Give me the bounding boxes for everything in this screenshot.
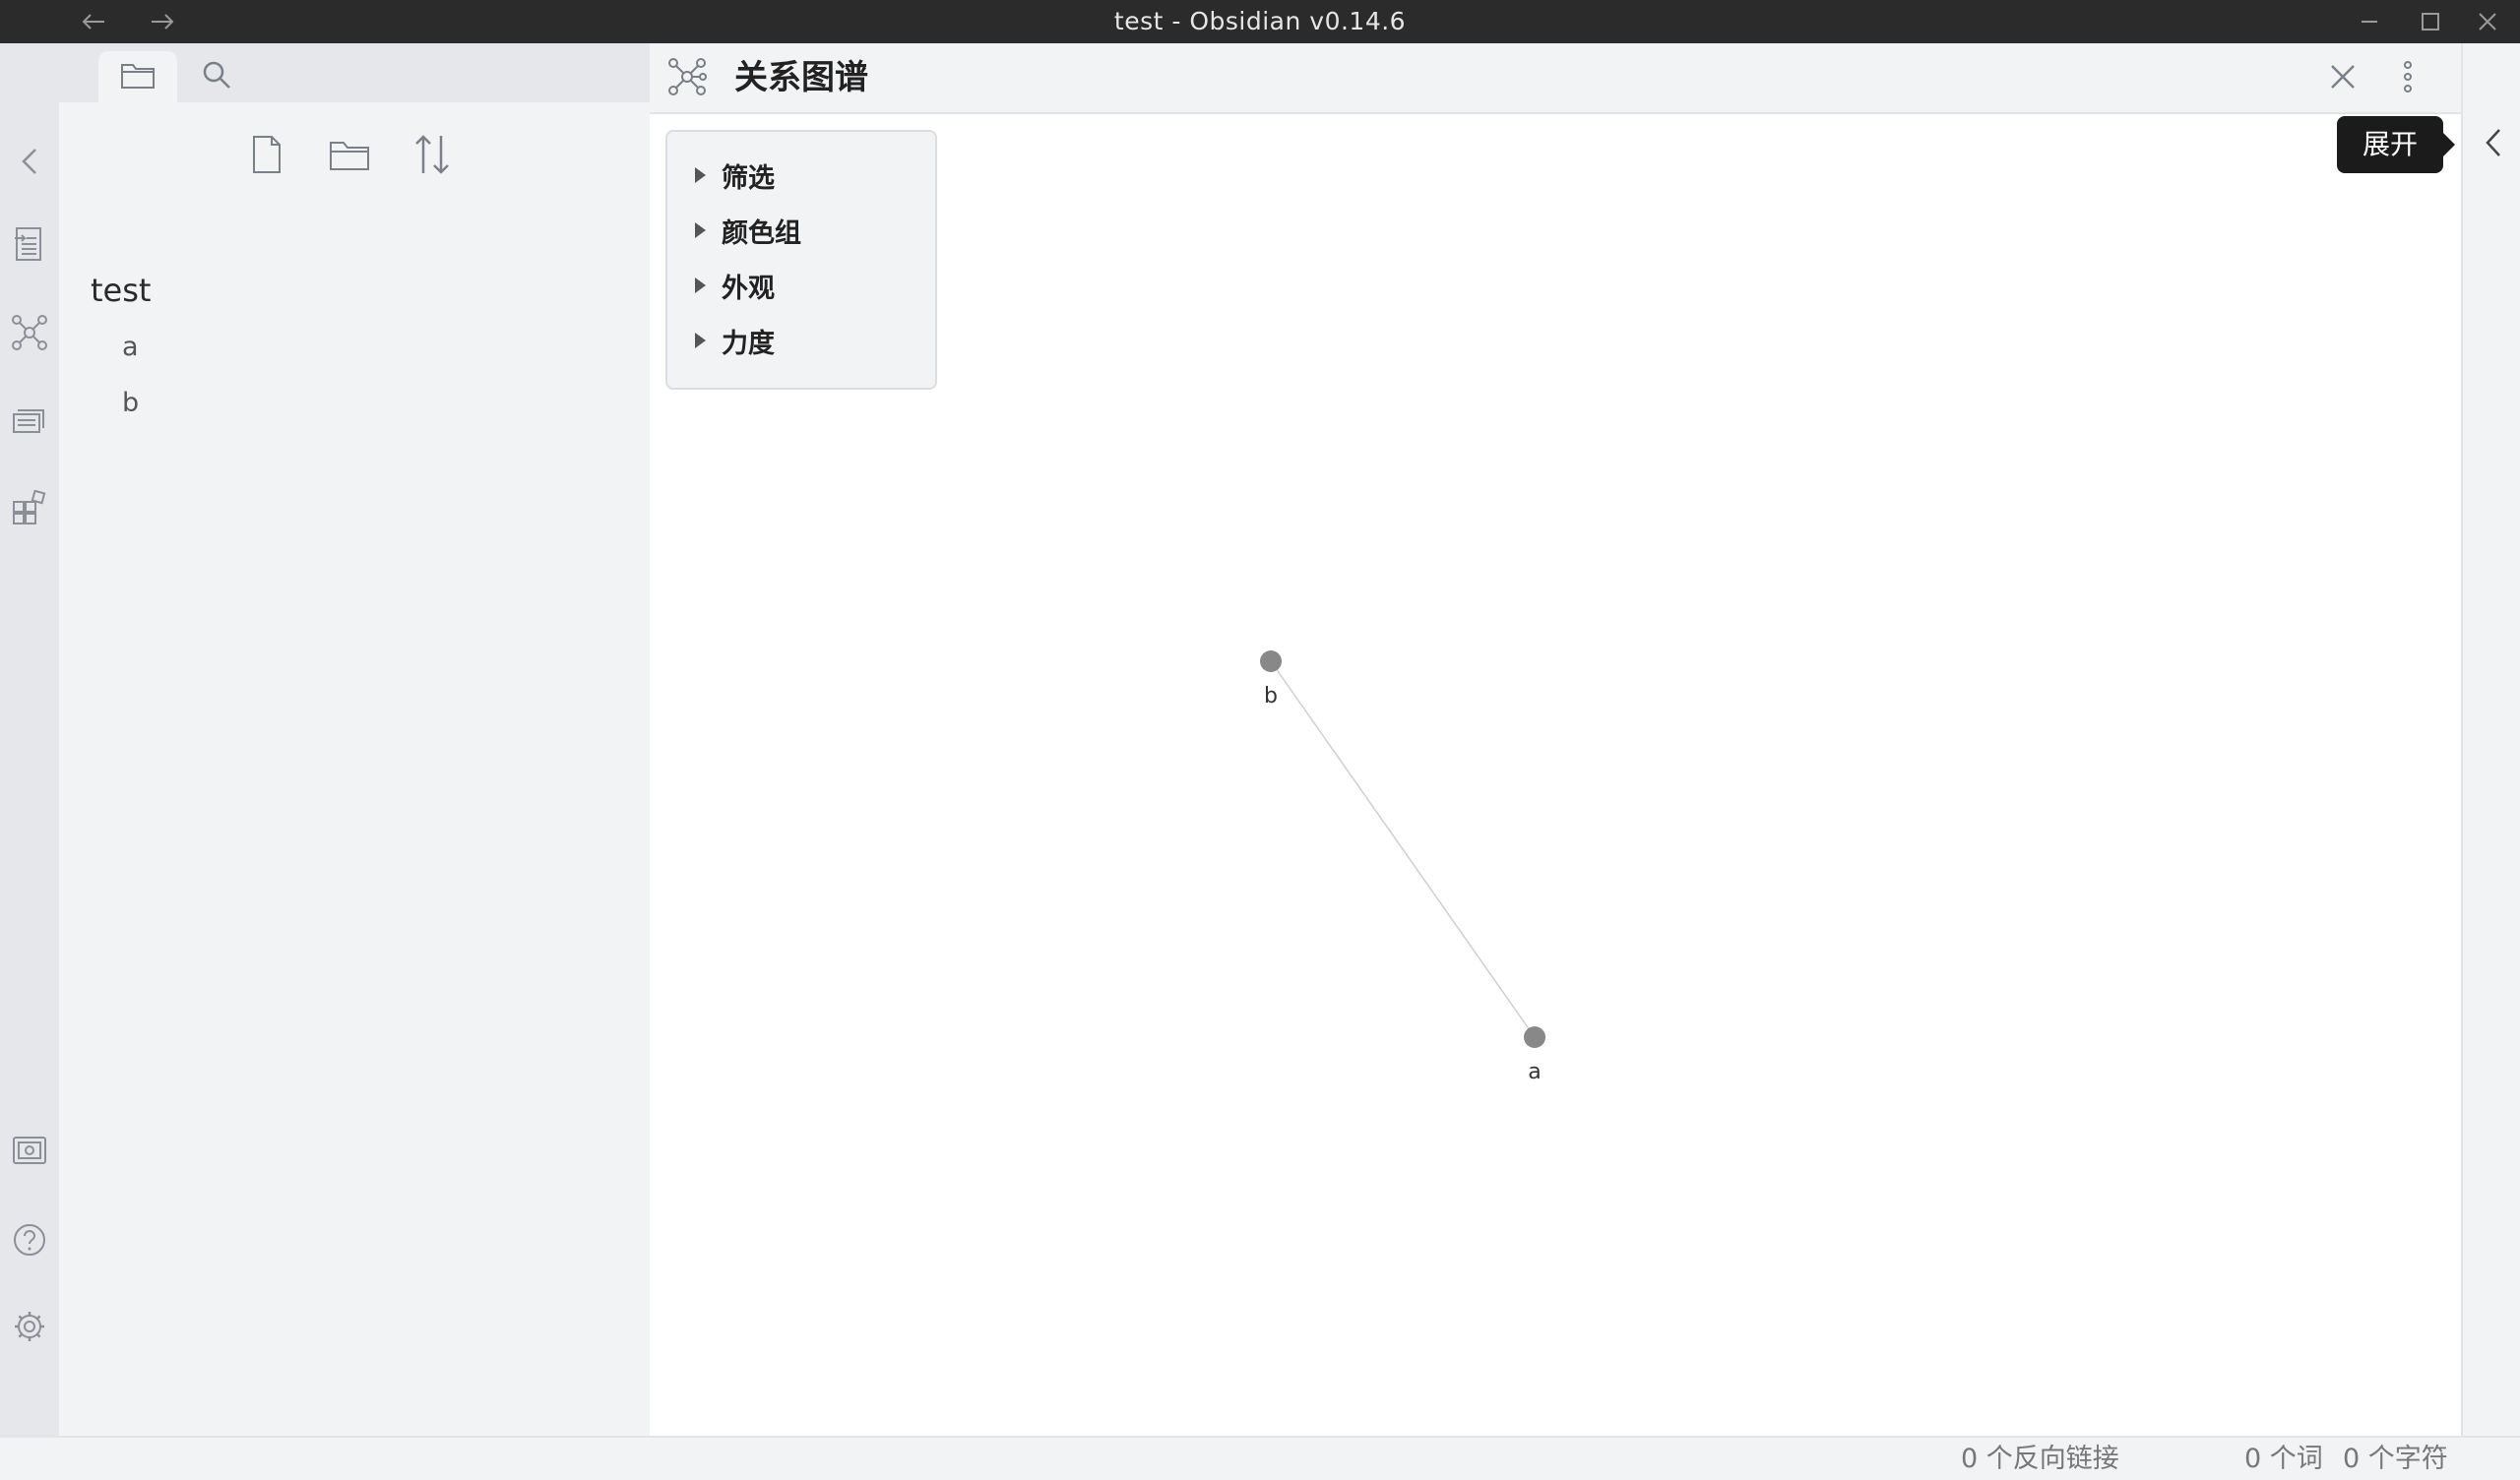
folder-icon [120,60,156,93]
triangle-right-icon [695,167,706,183]
graph-view-icon[interactable] [10,313,49,352]
new-folder-button[interactable] [327,134,372,179]
quick-switcher-icon[interactable] [10,224,49,264]
forces-section-toggle[interactable]: 力度 [695,321,775,360]
close-icon [2329,63,2357,94]
pane-title: 关系图谱 [734,58,868,97]
file-item-b[interactable]: b [122,388,139,418]
forces-label: 力度 [722,328,775,359]
plugins-grid-icon[interactable] [10,488,49,527]
file-item-a[interactable]: a [122,332,139,362]
triangle-right-icon [695,222,706,238]
forward-arrow-icon[interactable] [136,0,189,43]
title-bar: test - Obsidian v0.14.6 [0,0,2520,43]
maximize-icon[interactable] [2404,0,2457,43]
settings-icon[interactable] [10,1307,49,1346]
new-note-icon [251,134,283,179]
new-note-button[interactable] [244,134,289,179]
back-arrow-icon[interactable] [67,0,120,43]
vault-icon[interactable] [10,1132,49,1171]
graph-node-b[interactable]: b [1260,650,1282,709]
graph-controls-panel: 筛选 颜色组 外观 力度 [665,130,937,390]
new-folder-icon [329,137,370,176]
triangle-right-icon [695,333,706,348]
display-label: 外观 [722,273,775,304]
backlinks-count[interactable]: 0 个反向链接 [1961,1438,2119,1480]
sort-button[interactable] [410,134,455,179]
graph-node-a[interactable]: a [1524,1026,1545,1084]
status-bar: 0 个反向链接 0 个词 0 个字符 [0,1436,2520,1480]
graph-view-icon [667,57,709,98]
close-pane-button[interactable] [2323,59,2362,98]
color-groups-label: 颜色组 [722,217,801,249]
more-options-button[interactable] [2388,59,2427,98]
file-explorer-tab[interactable] [98,51,177,102]
graph-view-pane: 关系图谱 b a 筛选 颜色组 外观 力度 [650,43,2461,1436]
word-count: 0 个词 [2244,1444,2323,1474]
slides-icon[interactable] [10,401,49,441]
sidebar-tab-bar [59,43,650,102]
triangle-right-icon [695,278,706,293]
collapse-sidebar-icon[interactable] [10,142,49,181]
search-icon [201,59,232,94]
close-window-icon[interactable] [2461,0,2514,43]
display-section-toggle[interactable]: 外观 [695,266,775,305]
chevron-left-icon [2484,127,2503,162]
search-tab[interactable] [177,51,256,102]
graph-node-label-b: b [1264,684,1278,709]
sort-icon [413,134,451,179]
file-explorer-sidebar: test a b [59,43,650,1436]
vault-folder-test[interactable]: test [91,272,151,309]
color-groups-section-toggle[interactable]: 颜色组 [695,211,801,250]
minimize-icon[interactable] [2343,0,2396,43]
graph-edge [1270,660,1536,1038]
graph-node-label-a: a [1528,1060,1541,1084]
pane-header: 关系图谱 [650,43,2461,114]
left-ribbon [0,43,59,1436]
expand-right-sidebar-button[interactable] [2477,120,2510,169]
window-title: test - Obsidian v0.14.6 [1113,7,1407,35]
help-icon[interactable] [10,1220,49,1260]
filter-section-toggle[interactable]: 筛选 [695,155,775,195]
char-count: 0 个字符 [2343,1444,2448,1474]
right-sidebar-collapsed [2461,43,2520,1436]
more-vertical-icon [2402,61,2414,96]
filter-label: 筛选 [722,162,775,194]
expand-tooltip: 展开 [2337,116,2456,173]
